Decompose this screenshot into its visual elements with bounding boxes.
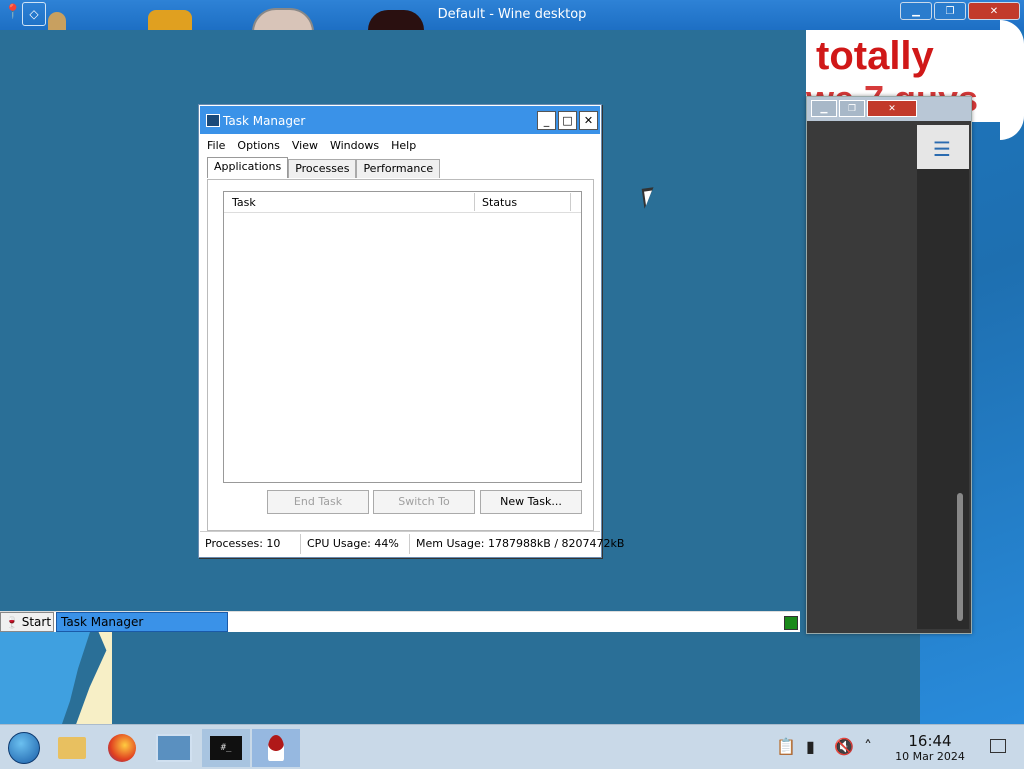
status-separator [409,534,410,554]
tab-performance[interactable]: Performance [356,159,441,178]
scrollbar[interactable] [957,493,963,621]
file-manager-icon[interactable] [48,729,96,767]
menu-options[interactable]: Options [237,139,279,152]
background-app-window[interactable]: ▁ ❐ ✕ ☰ [806,96,972,634]
close-button[interactable]: ✕ [867,100,917,117]
start-label: Start [21,615,52,629]
menu-file[interactable]: File [207,139,225,152]
sticker-text-line1: totally [816,34,934,78]
wine-desktop-titlebar[interactable]: 📍 ◇ Default - Wine desktop ▁ ❐ ✕ [0,0,1024,32]
terminal-text: #_ [210,736,242,760]
close-button[interactable]: ✕ [579,111,598,130]
task-list[interactable]: Task Status [223,191,582,483]
sticker-edge [1000,20,1024,140]
minimize-button[interactable]: ▁ [900,2,932,20]
firefox-icon[interactable] [98,729,146,767]
taskbar-button-task-manager[interactable]: Task Manager [56,612,228,632]
hamburger-icon[interactable]: ☰ [933,137,951,161]
column-separator[interactable] [474,193,475,211]
menu-view[interactable]: View [292,139,318,152]
clock-time: 16:44 [908,732,952,750]
maximize-button[interactable]: □ [558,111,577,130]
status-bar: Processes: 10 CPU Usage: 44% Mem Usage: … [200,531,624,556]
column-header-task[interactable]: Task [232,196,256,209]
list-header: Task Status [224,192,581,213]
switch-to-button[interactable]: Switch To [373,490,475,514]
wine-desktop-title: Default - Wine desktop [437,7,587,22]
start-orb-icon[interactable] [0,729,48,767]
task-manager-icon [206,114,220,127]
applications-panel: Task Status End Task Switch To New Task.… [207,179,594,531]
chevron-up-icon[interactable]: ˄ [864,737,872,756]
battery-icon[interactable]: ▮ [806,737,815,756]
minimize-button[interactable]: _ [537,111,556,130]
start-button[interactable]: 🍷 Start [0,612,54,632]
close-button[interactable]: ✕ [968,2,1020,20]
wine-icon[interactable] [252,729,300,767]
volume-muted-icon[interactable]: 🔇 [834,737,854,756]
task-manager-titlebar[interactable]: Task Manager _ □ ✕ [200,106,600,134]
column-header-status[interactable]: Status [482,196,517,209]
status-processes: Processes: 10 [205,537,281,550]
minimize-button[interactable]: ▁ [811,100,837,117]
status-cpu: CPU Usage: 44% [307,537,399,550]
network-icon[interactable] [150,729,198,767]
clock-date: 10 Mar 2024 [895,750,965,763]
window-title: Task Manager [223,114,306,128]
maximize-button[interactable]: ❐ [934,2,966,20]
column-separator[interactable] [570,193,571,211]
background-window-titlebar[interactable]: ▁ ❐ ✕ [807,97,971,121]
tray-status-icon[interactable] [784,616,798,630]
wine-glass-icon: 🍷 [5,615,19,629]
menu-help[interactable]: Help [391,139,416,152]
tab-processes[interactable]: Processes [288,159,357,178]
host-taskbar: #_ 📋 ▮ 🔇 ˄ 16:44 10 Mar 2024 [0,724,1024,769]
menu-bar: File Options View Windows Help [207,139,428,152]
new-task-button[interactable]: New Task... [480,490,582,514]
menu-windows[interactable]: Windows [330,139,379,152]
clipboard-icon[interactable]: 📋 [776,737,796,756]
maximize-button[interactable]: ❐ [839,100,865,117]
clock[interactable]: 16:44 10 Mar 2024 [888,732,972,763]
status-memory: Mem Usage: 1787988kB / 8207472kB [416,537,625,550]
end-task-button[interactable]: End Task [267,490,369,514]
tab-strip: Applications Processes Performance [207,157,441,178]
show-desktop-icon[interactable] [990,739,1006,753]
status-separator [300,534,301,554]
terminal-icon[interactable]: #_ [202,729,250,767]
tab-applications[interactable]: Applications [207,157,289,178]
wine-taskbar: 🍷 Start Task Manager [0,611,800,632]
task-manager-window: Task Manager _ □ ✕ File Options View Win… [198,104,624,558]
